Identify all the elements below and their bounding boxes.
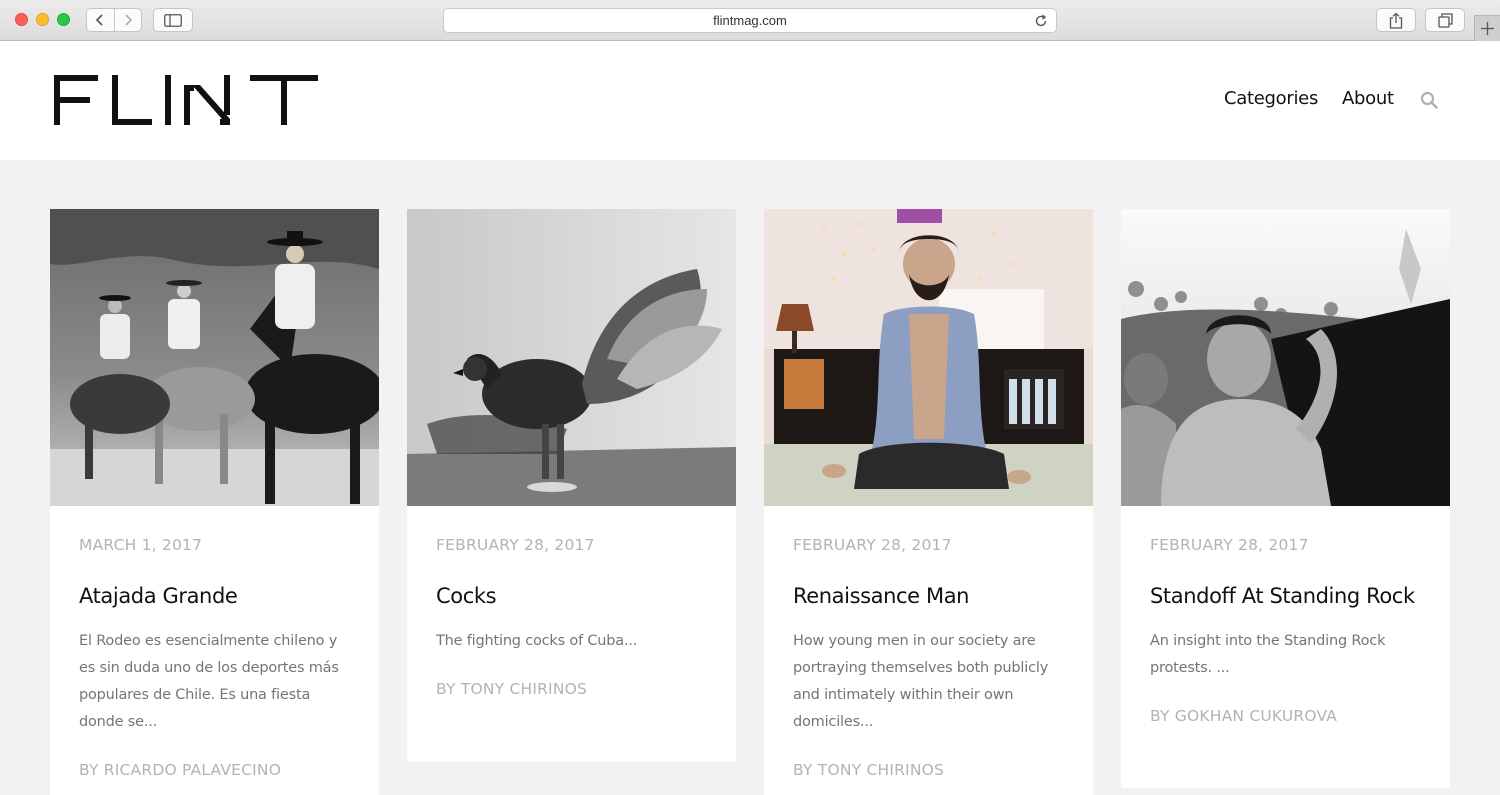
- chevron-left-icon: [96, 14, 103, 26]
- post-title[interactable]: Renaissance Man: [793, 584, 1065, 608]
- site-header: Categories About: [0, 41, 1500, 160]
- post-date: FEBRUARY 28, 2017: [793, 536, 952, 554]
- post-excerpt: El Rodeo es esencialmente chileno y es s…: [79, 633, 339, 730]
- post-excerpt: How young men in our society are portray…: [793, 633, 1049, 730]
- address-bar[interactable]: flintmag.com: [443, 8, 1057, 33]
- post-card-body: FEBRUARY 28, 2017 Renaissance Man How yo…: [764, 506, 1093, 779]
- share-button[interactable]: [1376, 8, 1416, 32]
- reload-icon: [1035, 14, 1047, 27]
- close-window-button[interactable]: [15, 13, 28, 26]
- post-author[interactable]: BY RICARDO PALAVECINO: [79, 761, 351, 779]
- post-excerpt: The fighting cocks of Cuba...: [436, 633, 638, 649]
- post-date: FEBRUARY 28, 2017: [1150, 536, 1309, 554]
- chevron-right-icon: [125, 14, 132, 26]
- post-card-body: FEBRUARY 28, 2017 Cocks The fighting coc…: [407, 506, 736, 698]
- flint-logo-icon: [54, 75, 318, 125]
- rooster-photo[interactable]: [407, 209, 736, 506]
- post-card[interactable]: FEBRUARY 28, 2017 Standoff At Standing R…: [1121, 209, 1450, 788]
- browser-toolbar: flintmag.com: [0, 0, 1500, 41]
- post-author[interactable]: BY TONY CHIRINOS: [436, 680, 708, 698]
- forward-button[interactable]: [113, 9, 142, 31]
- post-card[interactable]: MARCH 1, 2017 Atajada Grande El Rodeo es…: [50, 209, 379, 795]
- sidebar-toggle-button[interactable]: [153, 8, 193, 32]
- nav-about-link[interactable]: About: [1342, 88, 1394, 109]
- post-card-body: FEBRUARY 28, 2017 Standoff At Standing R…: [1121, 506, 1450, 725]
- post-card[interactable]: FEBRUARY 28, 2017 Cocks The fighting coc…: [407, 209, 736, 762]
- nav-categories-link[interactable]: Categories: [1224, 88, 1318, 109]
- minimize-window-button[interactable]: [36, 13, 49, 26]
- site-logo[interactable]: [54, 75, 318, 127]
- post-card-body: MARCH 1, 2017 Atajada Grande El Rodeo es…: [50, 506, 379, 779]
- post-date: FEBRUARY 28, 2017: [436, 536, 595, 554]
- post-excerpt: An insight into the Standing Rock protes…: [1150, 633, 1386, 676]
- post-date: MARCH 1, 2017: [79, 536, 203, 554]
- history-navigation: [86, 8, 142, 32]
- search-button[interactable]: [1420, 91, 1438, 109]
- search-icon: [1420, 91, 1438, 109]
- sidebar-icon: [164, 13, 182, 27]
- address-url: flintmag.com: [713, 13, 787, 28]
- zoom-window-button[interactable]: [57, 13, 70, 26]
- show-tabs-button[interactable]: [1425, 8, 1465, 32]
- post-title[interactable]: Atajada Grande: [79, 584, 351, 608]
- share-icon: [1389, 12, 1403, 29]
- meditating-man-photo[interactable]: [764, 209, 1093, 506]
- plus-icon: [1481, 22, 1494, 35]
- post-card[interactable]: FEBRUARY 28, 2017 Renaissance Man How yo…: [764, 209, 1093, 795]
- tabs-icon: [1437, 12, 1453, 28]
- post-title[interactable]: Standoff At Standing Rock: [1150, 584, 1422, 608]
- new-tab-button[interactable]: [1474, 15, 1500, 41]
- post-title[interactable]: Cocks: [436, 584, 708, 608]
- reload-button[interactable]: [1032, 12, 1050, 30]
- post-author[interactable]: BY GOKHAN CUKUROVA: [1150, 707, 1422, 725]
- rodeo-riders-photo[interactable]: [50, 209, 379, 506]
- back-button[interactable]: [87, 9, 114, 31]
- post-author[interactable]: BY TONY CHIRINOS: [793, 761, 1065, 779]
- protesters-photo[interactable]: [1121, 209, 1450, 506]
